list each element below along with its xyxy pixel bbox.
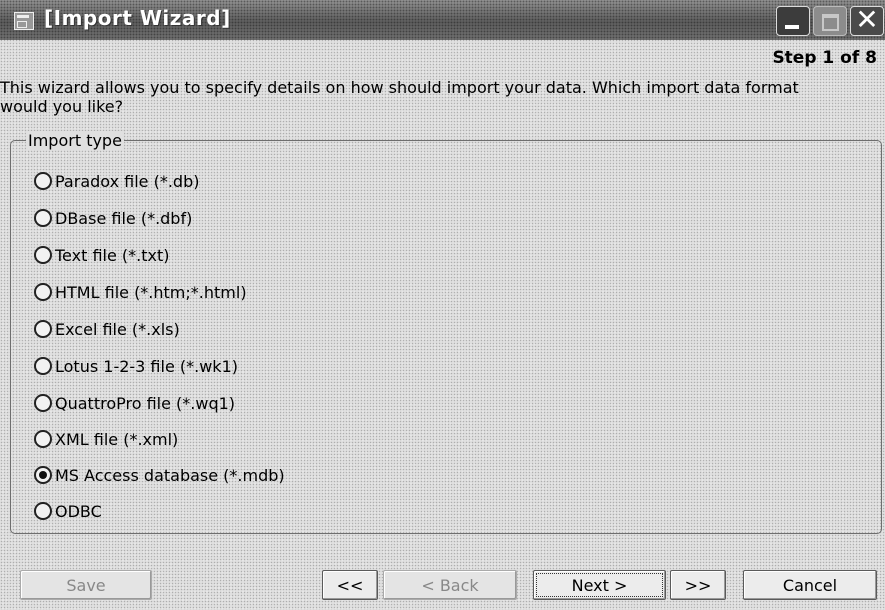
radio-label: Paradox file (*.db) — [55, 171, 200, 191]
radio-label: ODBC — [55, 501, 102, 521]
radio-button[interactable] — [34, 394, 52, 412]
radio-option-text[interactable]: Text file (*.txt) — [34, 242, 169, 268]
radio-option-lotus[interactable]: Lotus 1-2-3 file (*.wk1) — [34, 353, 238, 379]
radio-button[interactable] — [34, 430, 52, 448]
radio-option-dbase[interactable]: DBase file (*.dbf) — [34, 205, 192, 231]
radio-option-excel[interactable]: Excel file (*.xls) — [34, 316, 180, 342]
radio-option-xml[interactable]: XML file (*.xml) — [34, 426, 178, 452]
radio-label: Text file (*.txt) — [55, 245, 170, 265]
radio-option-paradox[interactable]: Paradox file (*.db) — [34, 168, 199, 194]
radio-button[interactable] — [34, 283, 52, 301]
radio-button[interactable] — [34, 246, 52, 264]
first-step-button[interactable]: << — [322, 570, 378, 600]
radio-button[interactable] — [34, 320, 52, 338]
radio-button[interactable] — [34, 209, 52, 227]
app-icon — [14, 12, 34, 30]
import-type-legend: Import type — [26, 131, 124, 150]
minimize-icon[interactable] — [776, 6, 810, 36]
window-title: [Import Wizard] — [44, 6, 231, 30]
radio-label: MS Access database (*.mdb) — [55, 465, 285, 485]
radio-label: XML file (*.xml) — [55, 429, 179, 449]
radio-option-ms-access[interactable]: MS Access database (*.mdb) — [34, 462, 285, 488]
close-icon[interactable]: ✕ — [850, 6, 884, 36]
radio-label: DBase file (*.dbf) — [55, 208, 193, 228]
radio-button[interactable] — [34, 502, 52, 520]
next-button[interactable]: Next > — [533, 570, 666, 600]
save-button[interactable]: Save — [20, 570, 152, 600]
title-bar[interactable]: [Import Wizard] ✕ — [0, 0, 885, 40]
radio-label: QuattroPro file (*.wq1) — [55, 393, 236, 413]
maximize-icon[interactable] — [813, 6, 847, 36]
radio-option-html[interactable]: HTML file (*.htm;*.html) — [34, 279, 247, 305]
cancel-button[interactable]: Cancel — [743, 570, 877, 600]
radio-label: Excel file (*.xls) — [55, 319, 180, 339]
radio-button[interactable] — [34, 357, 52, 375]
last-step-button[interactable]: >> — [670, 570, 726, 600]
step-indicator: Step 1 of 8 — [772, 48, 877, 68]
radio-option-quattropro[interactable]: QuattroPro file (*.wq1) — [34, 390, 235, 416]
radio-label: HTML file (*.htm;*.html) — [55, 282, 247, 302]
radio-label: Lotus 1-2-3 file (*.wk1) — [55, 356, 238, 376]
intro-text: This wizard allows you to specify detail… — [0, 78, 799, 116]
radio-option-odbc[interactable]: ODBC — [34, 498, 102, 524]
radio-button[interactable] — [34, 172, 52, 190]
radio-button-selected[interactable] — [34, 466, 52, 484]
back-button[interactable]: < Back — [383, 570, 517, 600]
